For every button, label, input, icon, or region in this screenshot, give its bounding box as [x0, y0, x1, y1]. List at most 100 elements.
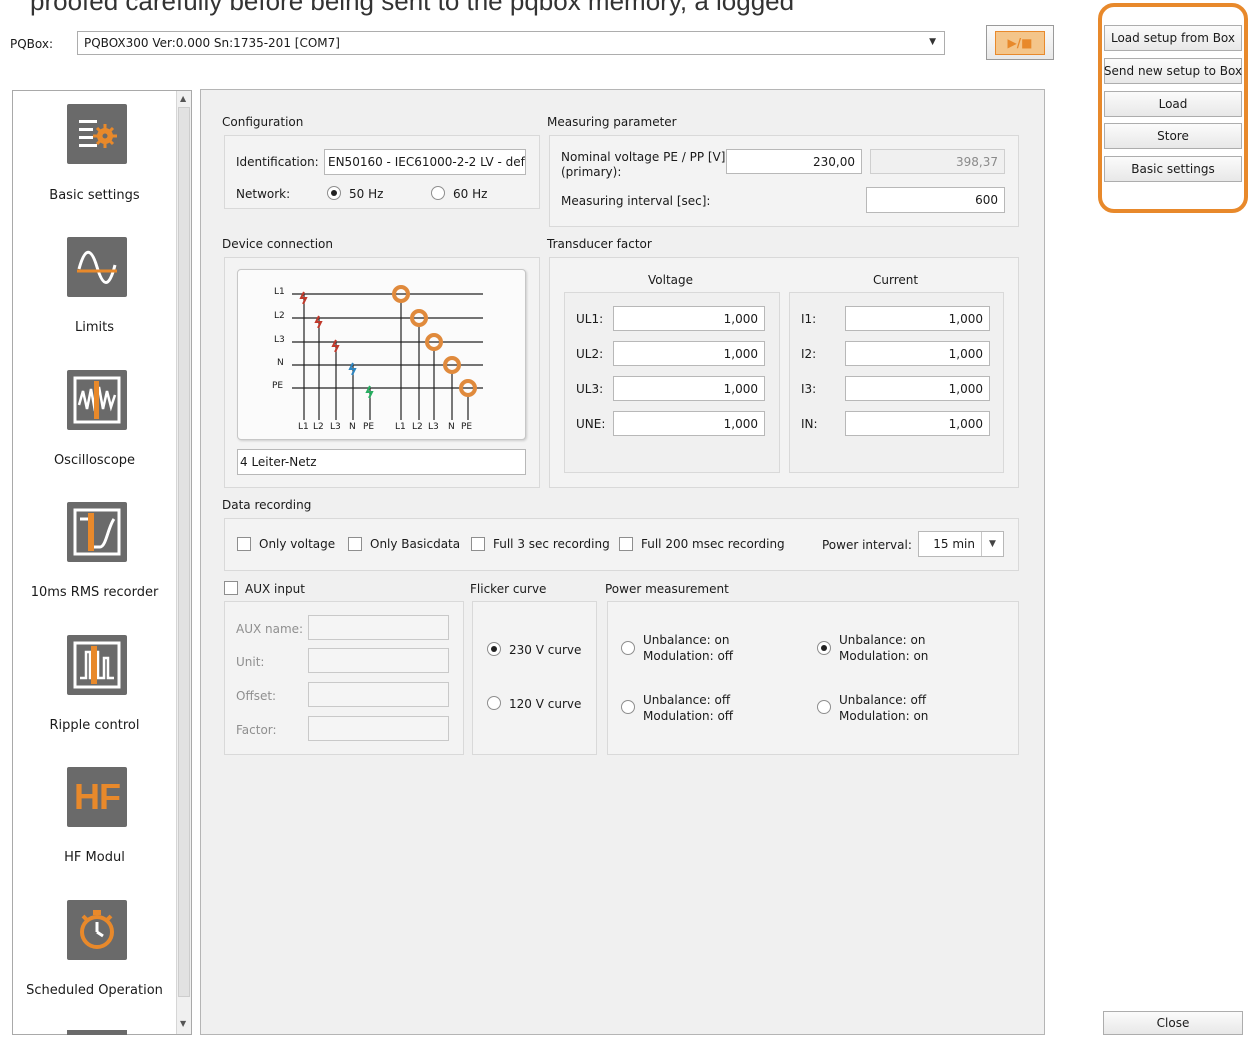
i1-label: I1:	[801, 312, 817, 326]
sidebar-item-basic-settings[interactable]: Basic settings	[12, 100, 177, 210]
bottom-label: PE	[363, 422, 375, 432]
nominal-voltage-label-2: (primary):	[561, 165, 622, 179]
in-label: IN:	[801, 417, 818, 431]
une-input[interactable]: 1,000	[613, 411, 765, 436]
aux-input-label: AUX input	[245, 582, 305, 596]
transducer-title: Transducer factor	[547, 237, 652, 251]
bottom-label: L3	[428, 422, 439, 432]
bottom-label: L1	[298, 422, 309, 432]
aux-input-checkbox[interactable]	[224, 581, 238, 595]
scroll-up-icon[interactable]: ▲	[180, 94, 186, 103]
nominal-voltage-label: Nominal voltage PE / PP [V]	[561, 150, 726, 164]
radio-unbal-on-mod-off[interactable]	[621, 641, 635, 655]
aux-name-label: AUX name:	[236, 622, 304, 636]
load-button[interactable]: Load	[1104, 91, 1242, 117]
une-value: 1,000	[723, 416, 758, 431]
sidebar-item-hf-module[interactable]: HF HF Modul	[12, 763, 177, 873]
pm-option-line2: Modulation: off	[643, 709, 734, 723]
voltage-header: Voltage	[648, 273, 694, 287]
scrollbar-thumb[interactable]	[178, 107, 190, 997]
measuring-interval-input[interactable]: 600	[866, 187, 1005, 213]
wiring-diagram: L1 L2 L3 N PE L1 L2 L3 N PE L1 L2 L3 N P…	[237, 269, 526, 440]
aux-factor-field	[308, 716, 449, 741]
network-label: Network:	[236, 187, 291, 201]
ul2-input[interactable]: 1,000	[613, 341, 765, 366]
radio-60hz-label: 60 Hz	[453, 187, 488, 201]
stopwatch-icon	[67, 900, 127, 960]
rms-recorder-icon	[67, 502, 127, 562]
load-setup-from-box-button[interactable]: Load setup from Box	[1104, 25, 1242, 51]
radio-230v-label: 230 V curve	[509, 643, 582, 657]
sidebar-item-label: Ripple control	[49, 718, 140, 733]
only-voltage-checkbox[interactable]	[237, 537, 251, 551]
ul3-label: UL3:	[576, 382, 604, 396]
ul2-value: 1,000	[723, 346, 758, 361]
bottom-label: L1	[395, 422, 406, 432]
chevron-down-icon: ▼	[929, 37, 936, 47]
radio-unbal-off-mod-off[interactable]	[621, 700, 635, 714]
aux-unit-field	[308, 648, 449, 673]
power-interval-label: Power interval:	[822, 538, 912, 552]
in-value: 1,000	[948, 416, 983, 431]
in-input[interactable]: 1,000	[845, 411, 990, 436]
current-header: Current	[873, 273, 919, 287]
radio-unbal-on-mod-on[interactable]	[817, 641, 831, 655]
i2-input[interactable]: 1,000	[845, 341, 990, 366]
ul3-input[interactable]: 1,000	[613, 376, 765, 401]
pm-option-line2: Modulation: on	[839, 709, 929, 723]
line-label-l1: L1	[274, 287, 285, 297]
radio-unbal-off-mod-on[interactable]	[817, 700, 831, 714]
device-dropdown[interactable]: PQBOX300 Ver:0.000 Sn:1735-201 [COM7] ▼	[77, 31, 945, 55]
full-3sec-checkbox[interactable]	[471, 537, 485, 551]
ul1-value: 1,000	[723, 311, 758, 326]
chevron-down-icon[interactable]: ▼	[981, 532, 1003, 556]
sidebar-item-label: Oscilloscope	[53, 453, 136, 468]
aux-offset-label: Offset:	[236, 689, 277, 703]
flicker-title: Flicker curve	[470, 582, 547, 596]
only-basicdata-checkbox[interactable]	[348, 537, 362, 551]
power-interval-dropdown[interactable]: 15 min ▼	[918, 531, 1004, 557]
pm-option-line2: Modulation: off	[643, 649, 734, 663]
radio-230v-curve[interactable]	[487, 642, 501, 656]
ul1-label: UL1:	[576, 312, 604, 326]
close-button[interactable]: Close	[1103, 1011, 1243, 1035]
nominal-voltage-input[interactable]: 230,00	[726, 149, 862, 174]
pm-option-line1: Unbalance: off	[643, 693, 731, 707]
play-stop-button[interactable]: ▶/■	[986, 25, 1054, 60]
sidebar-item-ripple-control[interactable]: Ripple control	[12, 631, 177, 741]
cropped-caption-text: proofed carefully before being sent to t…	[30, 0, 795, 16]
sidebar-item-oscilloscope[interactable]: Oscilloscope	[12, 366, 177, 476]
full-3sec-label: Full 3 sec recording	[493, 537, 610, 551]
sidebar-item-label: HF Modul	[64, 850, 125, 865]
data-recording-title: Data recording	[222, 498, 312, 512]
radio-120v-curve[interactable]	[487, 696, 501, 710]
full-200msec-checkbox[interactable]	[619, 537, 633, 551]
store-button[interactable]: Store	[1104, 123, 1242, 149]
sidebar-item-limits[interactable]: Limits	[12, 233, 177, 343]
scroll-down-icon[interactable]: ▼	[180, 1019, 186, 1028]
radio-50hz[interactable]	[327, 186, 341, 200]
identification-label: Identification:	[236, 155, 319, 169]
line-label-n: N	[277, 358, 284, 368]
line-label-l2: L2	[274, 311, 285, 321]
basic-settings-button[interactable]: Basic settings	[1104, 156, 1242, 182]
play-stop-icon: ▶/■	[995, 30, 1045, 55]
ul1-input[interactable]: 1,000	[613, 306, 765, 331]
bottom-label: L2	[412, 422, 423, 432]
sidebar-item-scheduled-operation[interactable]: Scheduled Operation	[12, 896, 177, 1006]
i1-input[interactable]: 1,000	[845, 306, 990, 331]
send-setup-to-box-button[interactable]: Send new setup to Box	[1104, 58, 1242, 84]
aux-factor-label: Factor:	[236, 723, 277, 737]
sidebar-scrollbar[interactable]: ▲ ▼	[176, 91, 191, 1034]
sidebar-item-label: Limits	[75, 320, 114, 335]
i3-input[interactable]: 1,000	[845, 376, 990, 401]
radio-60hz[interactable]	[431, 186, 445, 200]
identification-field[interactable]: EN50160 - IEC61000-2-2 LV - def	[324, 149, 526, 175]
limits-icon	[67, 237, 127, 297]
next-sidebar-icon-partial	[67, 1030, 127, 1035]
sidebar-item-rms-recorder[interactable]: 10ms RMS recorder	[12, 498, 177, 608]
network-type-field[interactable]: 4 Leiter-Netz	[237, 449, 526, 475]
identification-value: EN50160 - IEC61000-2-2 LV - def	[328, 155, 525, 169]
device-dropdown-value: PQBOX300 Ver:0.000 Sn:1735-201 [COM7]	[84, 36, 340, 50]
i2-value: 1,000	[948, 346, 983, 361]
